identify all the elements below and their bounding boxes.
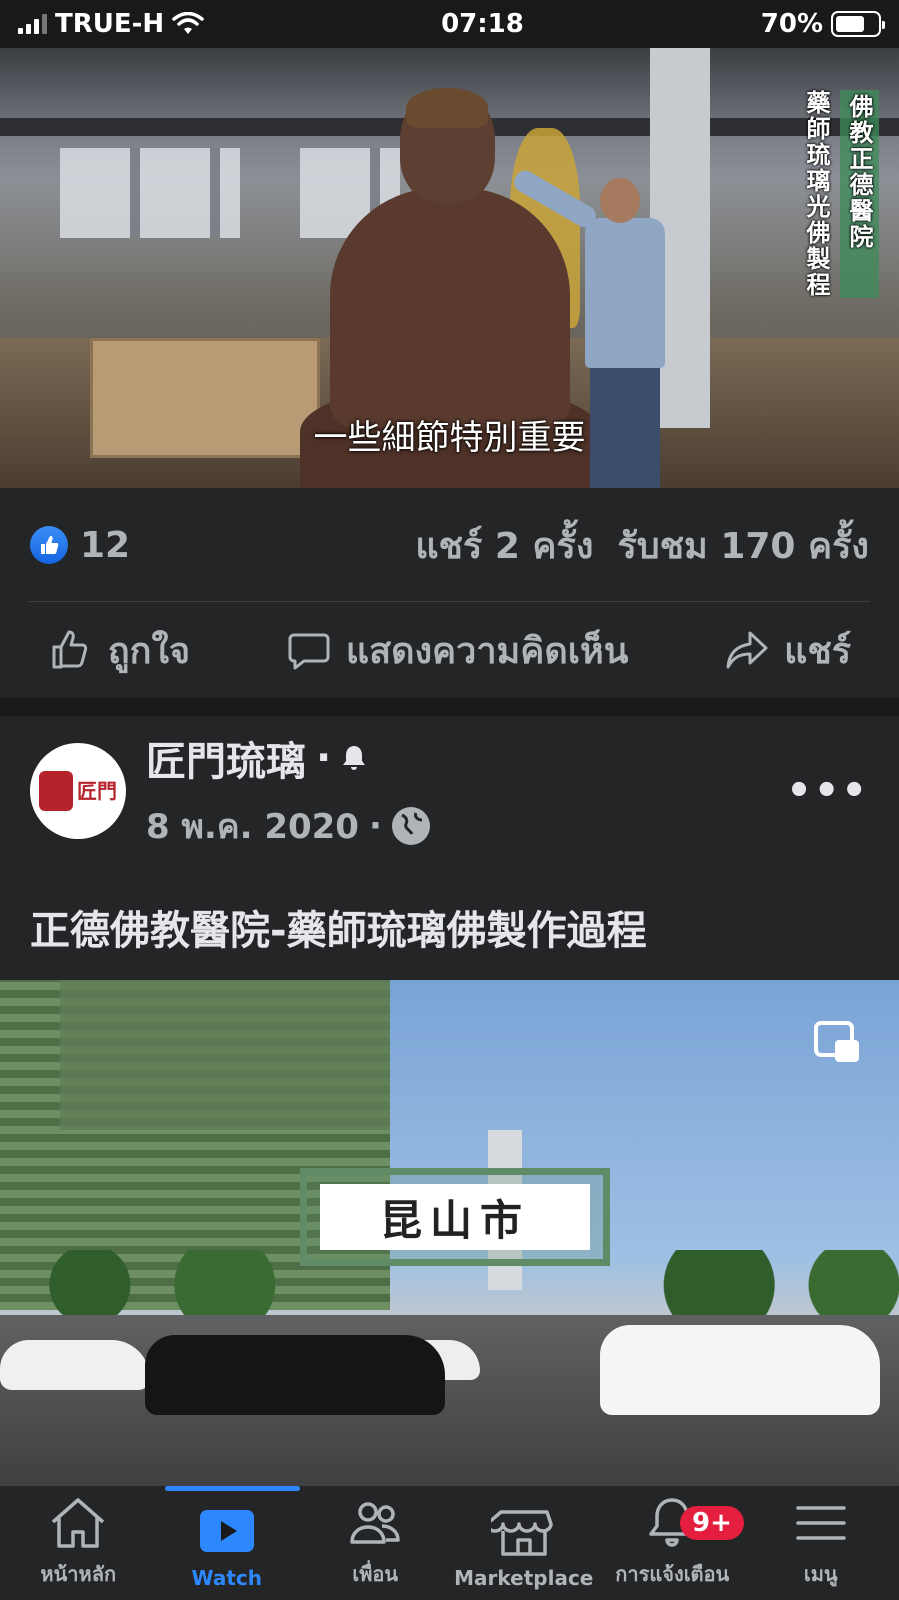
post-date[interactable]: 8 พ.ค. 2020 xyxy=(146,799,359,853)
carrier-name: TRUE-H xyxy=(55,9,165,39)
like-label: ถูกใจ xyxy=(107,630,191,672)
notification-badge: 9+ xyxy=(680,1506,744,1540)
share-icon xyxy=(726,631,768,669)
like-button[interactable]: ถูกใจ xyxy=(48,622,190,679)
comment-icon xyxy=(288,633,330,670)
logo-mark-icon xyxy=(39,771,73,811)
tab-menu[interactable]: เมนู xyxy=(747,1486,896,1600)
picture-in-picture-icon[interactable] xyxy=(813,1020,861,1064)
home-icon xyxy=(52,1498,105,1548)
clock: 07:18 xyxy=(441,9,524,39)
page-avatar[interactable]: 匠門 xyxy=(30,743,126,839)
video-player-1[interactable]: 佛教正德醫院 藥師琉璃光佛製程 一些細節特別重要 xyxy=(0,48,899,488)
tab-home[interactable]: หน้าหลัก xyxy=(4,1486,153,1600)
friends-icon xyxy=(350,1502,400,1544)
avatar-text: 匠門 xyxy=(77,779,117,803)
bell-icon[interactable] xyxy=(341,744,367,772)
wifi-icon xyxy=(172,12,204,34)
watch-icon xyxy=(199,1510,254,1552)
tab-marketplace[interactable]: Marketplace xyxy=(450,1486,599,1600)
marketplace-icon xyxy=(490,1510,553,1556)
reactions-row: 12 แชร์ 2 ครั้ง รับชม 170 ครั้ง xyxy=(0,488,899,602)
like-summary[interactable]: 12 xyxy=(30,525,130,566)
video-subtitle: 一些細節特別重要 xyxy=(313,418,586,458)
comment-button[interactable]: แสดงความคิดเห็น xyxy=(286,622,628,679)
like-count: 12 xyxy=(80,524,131,566)
post-meta: 8 พ.ค. 2020 · xyxy=(146,799,786,853)
comment-label: แสดงความคิดเห็น xyxy=(345,630,629,672)
page-name[interactable]: 匠門琉璃 · xyxy=(146,729,786,787)
post-header: 匠門 匠門琉璃 · 8 พ.ค. 2020 · ••• xyxy=(0,716,899,866)
hamburger-menu-icon xyxy=(796,1506,846,1540)
share-button[interactable]: แชร์ xyxy=(724,622,851,679)
status-right: 70% xyxy=(760,9,885,39)
active-tab-indicator xyxy=(164,1486,300,1491)
bottom-tab-bar: หน้าหลัก Watch เพื่อน Marketplace 9+ การ… xyxy=(0,1485,899,1600)
status-bar: TRUE-H 07:18 70% xyxy=(0,0,899,48)
share-count[interactable]: แชร์ 2 ครั้ง xyxy=(415,517,593,574)
more-options-button[interactable]: ••• xyxy=(786,768,869,814)
view-count: รับชม 170 ครั้ง xyxy=(617,525,869,567)
post-stats: แชร์ 2 ครั้ง รับชม 170 ครั้ง xyxy=(415,517,869,574)
tab-watch[interactable]: Watch xyxy=(153,1486,302,1600)
signal-icon xyxy=(18,14,47,34)
video-title-card: 昆山市 xyxy=(300,1168,610,1266)
vertical-caption: 佛教正德醫院 藥師琉璃光佛製程 xyxy=(799,90,879,298)
globe-icon xyxy=(391,807,430,845)
battery-percent: 70% xyxy=(760,9,823,39)
video-title-text: 昆山市 xyxy=(320,1184,590,1250)
battery-icon xyxy=(831,11,885,37)
like-reaction-icon xyxy=(30,526,68,564)
thumbs-up-icon xyxy=(52,630,87,669)
status-left: TRUE-H xyxy=(18,9,204,39)
post-text: 正德佛教醫院-藥師琉璃佛製作過程 xyxy=(30,908,647,954)
video-player-2[interactable]: 昆山市 xyxy=(0,980,899,1485)
share-label: แชร์ xyxy=(784,630,852,672)
tab-notifications[interactable]: 9+ การแจ้งเตือน xyxy=(598,1486,747,1600)
tab-friends[interactable]: เพื่อน xyxy=(301,1486,450,1600)
post-actions: ถูกใจ แสดงความคิดเห็น แชร์ xyxy=(0,602,899,698)
feed-separator xyxy=(0,698,899,716)
